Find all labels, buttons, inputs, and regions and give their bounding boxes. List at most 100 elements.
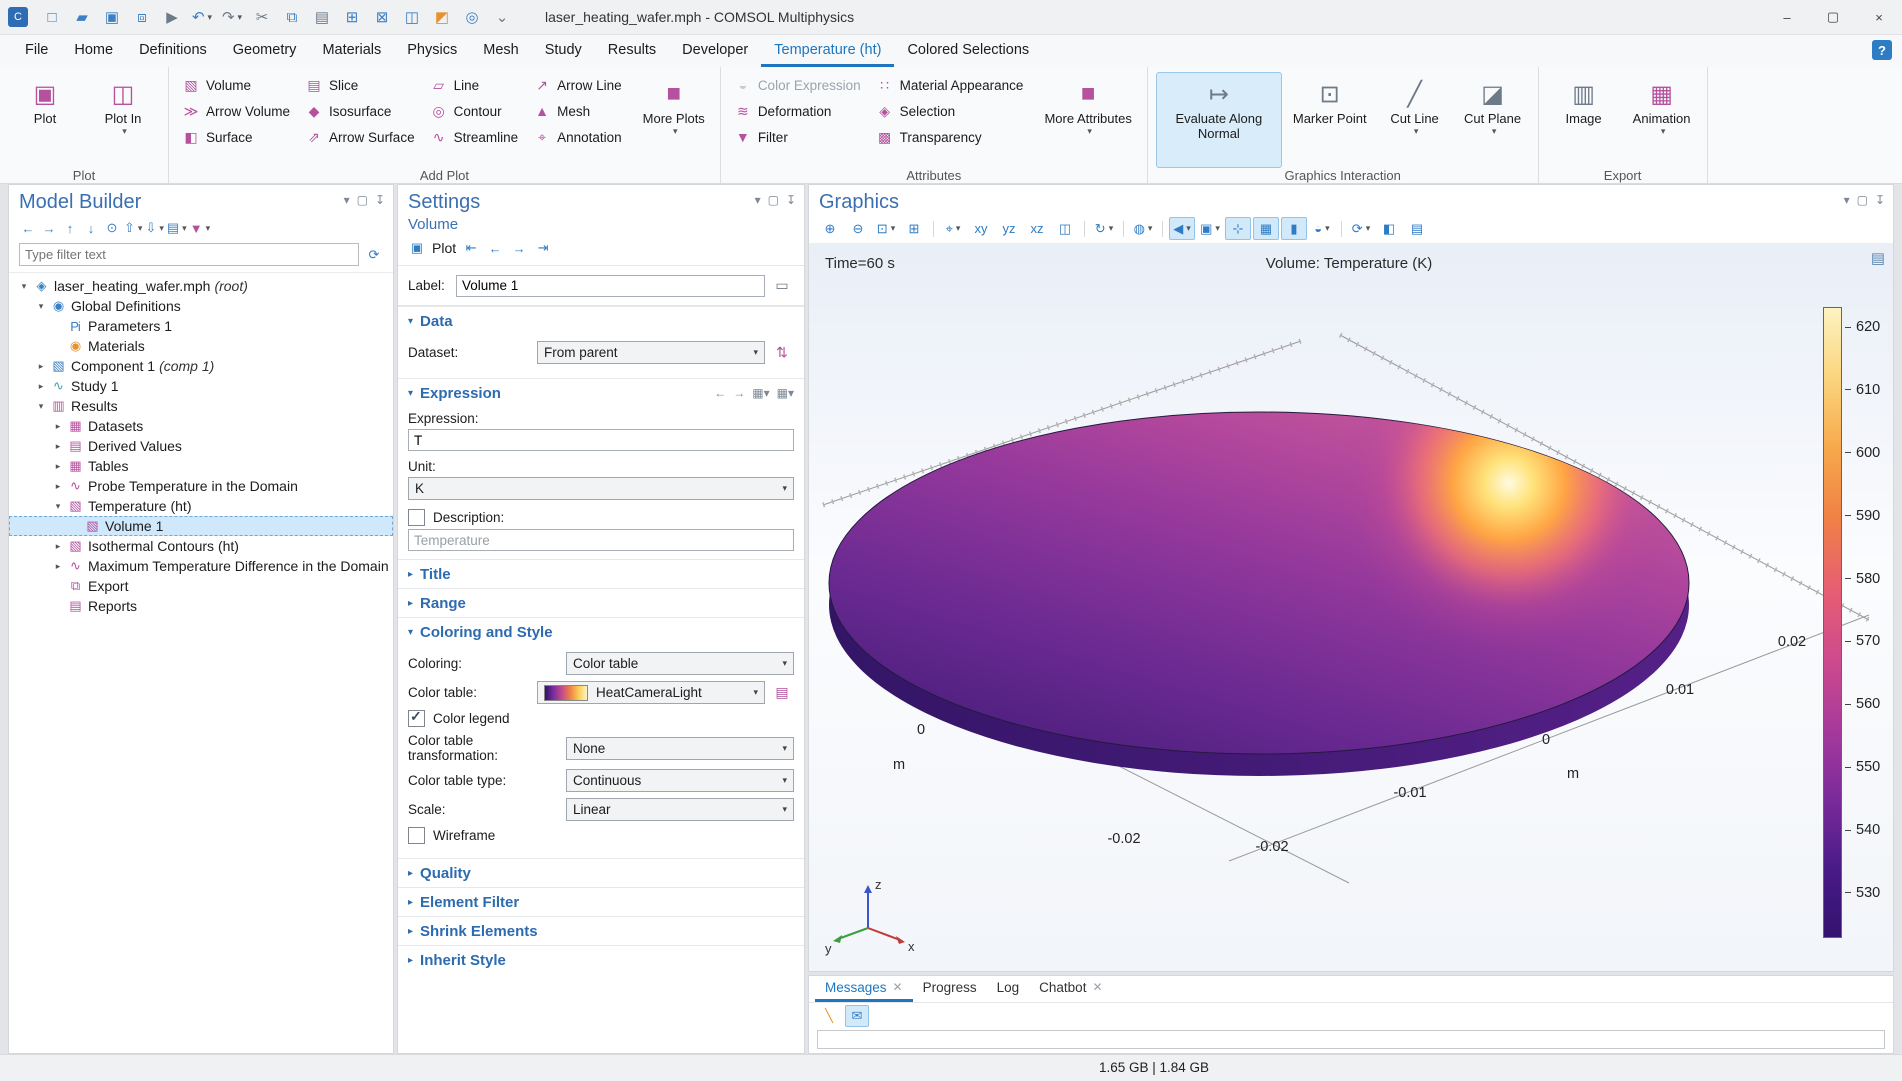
ribbon-item[interactable]: ▼ Filter <box>729 124 865 150</box>
rotate-icon[interactable]: ↻ ▾ <box>1091 217 1117 240</box>
zoom-in-icon[interactable]: ⊕ ▾ <box>817 217 843 240</box>
ribbon-item[interactable]: ▤ Slice <box>300 72 419 98</box>
previous-plot-icon[interactable]: ← <box>486 238 504 258</box>
add-color-table-icon[interactable]: ▤ <box>770 681 794 704</box>
dataset-select[interactable]: From parent ▾ <box>537 341 765 364</box>
float-panel-icon[interactable]: ▢ <box>1857 193 1868 207</box>
cut-icon[interactable]: ✂ ▾ <box>248 4 276 30</box>
duplicate-icon[interactable]: ⊞ ▾ <box>338 4 366 30</box>
tree-row[interactable]: ▧ Volume 1 <box>9 516 393 536</box>
color-table-type-select[interactable]: Continuous ▾ <box>566 769 794 792</box>
ribbon-big-button[interactable]: ╱ Cut Line ▾ <box>1378 72 1452 168</box>
label-field[interactable] <box>456 275 765 297</box>
tree-row[interactable]: Pi Parameters 1 <box>9 316 393 336</box>
zoom-box-icon[interactable]: ⊡ ▾ <box>873 217 899 240</box>
ribbon-item[interactable]: ◆ Isosurface <box>300 98 419 124</box>
ribbon-tab[interactable]: Home <box>61 35 126 67</box>
filter-icon[interactable]: ▼ ▾ <box>190 218 210 238</box>
expand-icon[interactable]: ▸ <box>51 421 65 432</box>
expand-all-icon[interactable]: ⇩ ▾ <box>145 218 163 238</box>
ribbon-item[interactable]: ≋ Deformation <box>729 98 865 124</box>
tree-row[interactable]: ▸ ∿ Probe Temperature in the Domain <box>9 476 393 496</box>
section-data[interactable]: ▾ Data <box>398 306 804 335</box>
expand-icon[interactable]: ▸ <box>51 461 65 472</box>
collapse-all-icon[interactable]: ⇧ ▾ <box>124 218 142 238</box>
expand-icon[interactable]: ▸ <box>51 441 65 452</box>
zoom-extents-icon[interactable]: ⊞ ▾ <box>901 217 927 240</box>
grid-icon[interactable]: ▦ ▾ <box>1253 217 1279 240</box>
plot-button-label[interactable]: Plot <box>432 240 456 256</box>
environment-icon[interactable]: ◍ ▾ <box>1130 217 1156 240</box>
expression-input[interactable] <box>408 429 794 451</box>
refresh-icon[interactable]: ⟳ <box>365 245 383 265</box>
add-expression-icon[interactable]: ▦▾ <box>777 386 794 400</box>
plot-area[interactable]: Time=60 s Volume: Temperature (K) ▤ 0.02… <box>809 243 1893 971</box>
expand-icon[interactable]: ▸ <box>51 541 65 552</box>
ribbon-big-button[interactable]: ▣ Plot ▾ <box>8 72 82 168</box>
tree-row[interactable]: ▸ ▧ Isothermal Contours (ht) <box>9 536 393 556</box>
tree-row[interactable]: ▸ ∿ Maximum Temperature Difference in th… <box>9 556 393 576</box>
undo-icon[interactable]: ↶ ▾ <box>188 4 216 30</box>
ribbon-big-button[interactable]: ▦ Animation ▾ <box>1625 72 1699 168</box>
close-button[interactable]: × <box>1856 0 1902 34</box>
last-plot-icon[interactable]: ⇥ <box>534 238 552 258</box>
ribbon-big-button[interactable]: ↦ Evaluate Along Normal ▾ <box>1156 72 1282 168</box>
collapsed-section[interactable]: ▸ Title <box>398 559 804 588</box>
tree-row[interactable]: ▾ ▥ Results <box>9 396 393 416</box>
ribbon-item[interactable]: ▧ Volume <box>177 72 294 98</box>
find-icon[interactable]: ◎ ▾ <box>458 4 486 30</box>
ribbon-item[interactable]: ↗ Arrow Line <box>528 72 626 98</box>
ribbon-tab[interactable]: Results <box>595 35 669 67</box>
description-checkbox[interactable] <box>408 509 425 526</box>
ribbon-big-button[interactable]: ▥ Image ▾ <box>1547 72 1621 168</box>
pin-panel-icon[interactable]: ↧ <box>1875 193 1885 207</box>
snapshot-icon[interactable]: ◧ ▾ <box>1376 217 1402 240</box>
expand-icon[interactable]: ▸ <box>51 561 65 572</box>
section-coloring-and-style[interactable]: ▾ Coloring and Style <box>398 617 804 646</box>
collapsed-section[interactable]: ▸ Shrink Elements <box>398 916 804 945</box>
axis-orientation-icon[interactable]: ⊹ ▾ <box>1225 217 1251 240</box>
plot-icon[interactable]: ▣ <box>408 238 426 258</box>
bottom-tab[interactable]: Messages ✕ <box>815 976 913 1002</box>
color-legend-checkbox[interactable] <box>408 710 425 727</box>
zoom-out-icon[interactable]: ⊖ ▾ <box>845 217 871 240</box>
ribbon-big-button[interactable]: ◫ Plot In ▾ <box>86 72 160 168</box>
unit-select[interactable]: K ▾ <box>408 477 794 500</box>
ribbon-item[interactable]: ∷ Material Appearance <box>871 72 1028 98</box>
bottom-tab[interactable]: Progress ✕ <box>913 976 987 1002</box>
tree-row[interactable]: ▾ ◈ laser_heating_wafer.mph (root) <box>9 276 393 296</box>
collapsed-section[interactable]: ▸ Range <box>398 588 804 617</box>
move-up-icon[interactable]: ↑ ▾ <box>61 218 79 238</box>
bottom-tab[interactable]: Chatbot ✕ <box>1029 976 1112 1002</box>
next-plot-icon[interactable]: → <box>510 238 528 258</box>
help-icon[interactable]: ? <box>1872 40 1892 60</box>
expand-icon[interactable]: ▾ <box>51 501 65 512</box>
go-to-source-icon[interactable]: ⇅ <box>770 341 794 364</box>
select-box-icon[interactable]: ◫ ▾ <box>398 4 426 30</box>
tree-row[interactable]: ▸ ▤ Derived Values <box>9 436 393 456</box>
close-tab-icon[interactable]: ✕ <box>893 980 903 994</box>
section-expression[interactable]: ▾ Expression ← → ▦▾ ▦▾ <box>398 378 804 407</box>
expand-icon[interactable]: ▸ <box>51 481 65 492</box>
collapsed-section[interactable]: ▸ Quality <box>398 858 804 887</box>
view-xz-icon[interactable]: xz ▾ <box>1024 217 1050 240</box>
run-icon[interactable]: ▶ ▾ <box>158 4 186 30</box>
previous-expression-icon[interactable]: ← <box>714 386 726 400</box>
ribbon-item[interactable]: ▱ Line <box>425 72 523 98</box>
collapsed-section[interactable]: ▸ Inherit Style <box>398 945 804 974</box>
message-log-icon[interactable]: ✉ <box>845 1005 869 1027</box>
ribbon-tab[interactable]: Developer <box>669 35 761 67</box>
copy-icon[interactable]: ⧉ ▾ <box>278 4 306 30</box>
ribbon-big-button[interactable]: ◪ Cut Plane ▾ <box>1456 72 1530 168</box>
ribbon-item[interactable]: ◎ Contour <box>425 98 523 124</box>
node-text-icon[interactable]: ▤ ▾ <box>167 218 187 238</box>
ribbon-tab[interactable]: Physics <box>394 35 470 67</box>
tree-row[interactable]: ▸ ▦ Tables <box>9 456 393 476</box>
color-table-transformation-select[interactable]: None ▾ <box>566 737 794 760</box>
ribbon-item[interactable]: ⌖ Annotation <box>528 124 626 150</box>
ribbon-item[interactable]: ◒ Color Expression <box>729 72 865 98</box>
color-legend-icon[interactable]: ▮ ▾ <box>1281 217 1307 240</box>
panel-menu-icon[interactable]: ▾ <box>1844 193 1850 207</box>
redo-icon[interactable]: ↷ ▾ <box>218 4 246 30</box>
panel-menu-icon[interactable]: ▾ <box>755 193 761 207</box>
